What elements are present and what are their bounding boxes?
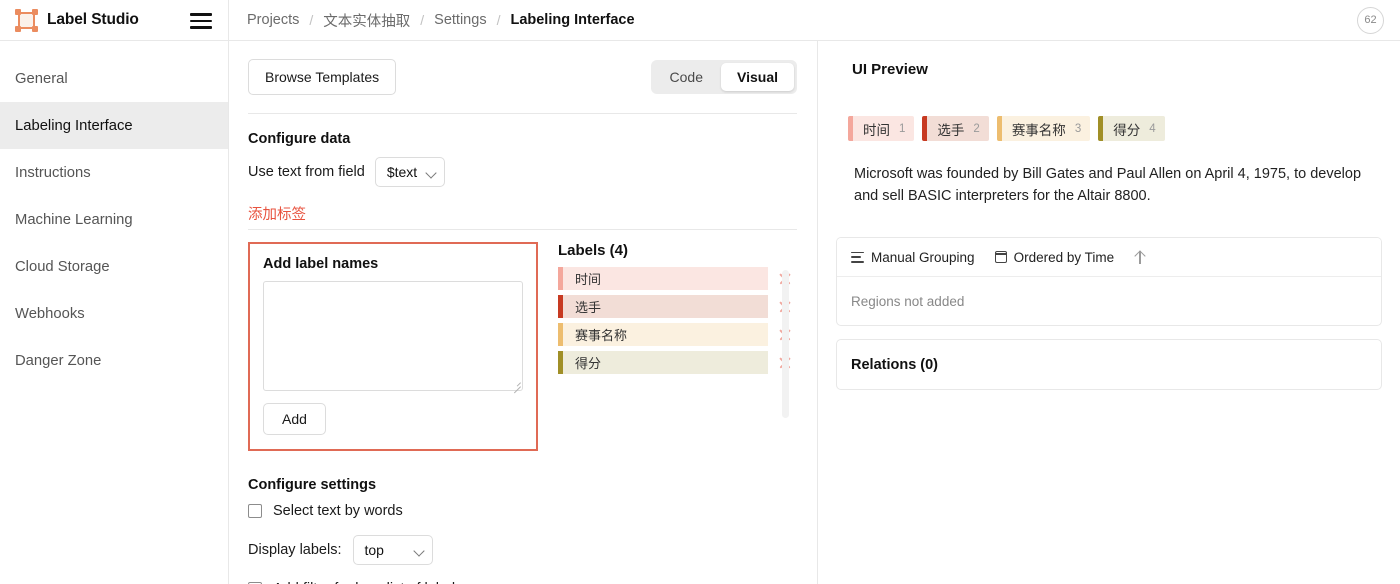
labels-editor: Add label names Add Labels (4) 时间 选手 — [248, 242, 797, 451]
configure-settings-section: Configure settings Select text by words … — [248, 477, 797, 584]
breadcrumb-separator: / — [309, 12, 313, 28]
preview-sample-text[interactable]: Microsoft was founded by Bill Gates and … — [854, 163, 1370, 207]
chevron-down-icon — [427, 168, 436, 177]
preview-chip-defen[interactable]: 得分 4 — [1098, 116, 1164, 141]
preview-chip-label: 得分 — [1113, 119, 1140, 139]
settings-sidebar: General Labeling Interface Instructions … — [0, 41, 229, 584]
sidebar-item-labeling-interface[interactable]: Labeling Interface — [0, 102, 228, 149]
divider — [248, 113, 797, 114]
display-labels-row: Display labels: top — [248, 535, 797, 565]
preview-chip-hotkey: 3 — [1075, 123, 1081, 135]
preview-chip-label: 赛事名称 — [1012, 119, 1066, 139]
regions-panel: Manual Grouping Ordered by Time Regions … — [836, 237, 1382, 326]
list-lines-icon — [851, 252, 864, 263]
list-item: 选手 — [558, 295, 797, 318]
use-text-from-field-row: Use text from field $text — [248, 157, 797, 187]
ui-preview-panel: UI Preview 时间 1 选手 2 赛事名称 3 得分 4 Microso… — [818, 41, 1400, 584]
preview-chip-saishimingcheng[interactable]: 赛事名称 3 — [997, 116, 1090, 141]
brand-name: Label Studio — [47, 11, 139, 29]
sidebar-item-cloud-storage[interactable]: Cloud Storage — [0, 243, 228, 290]
text-field-select[interactable]: $text — [375, 157, 445, 187]
use-text-from-field-label: Use text from field — [248, 164, 365, 180]
config-toolbar: Browse Templates Code Visual — [248, 59, 797, 95]
select-text-by-words-label: Select text by words — [273, 503, 403, 519]
add-button[interactable]: Add — [263, 403, 326, 435]
manual-grouping-label: Manual Grouping — [871, 250, 975, 265]
display-labels-select-value: top — [365, 542, 384, 558]
tab-code[interactable]: Code — [654, 63, 719, 91]
preview-chip-hotkey: 4 — [1149, 123, 1155, 135]
configure-data-title: Configure data — [248, 131, 797, 147]
hamburger-menu-icon[interactable] — [190, 13, 212, 29]
labels-list: Labels (4) 时间 选手 赛事名称 得分 — [538, 242, 797, 451]
relations-panel[interactable]: Relations (0) — [836, 339, 1382, 390]
display-labels-label: Display labels: — [248, 542, 342, 558]
sidebar-item-webhooks[interactable]: Webhooks — [0, 290, 228, 337]
chevron-down-icon — [415, 546, 424, 555]
sidebar-item-danger-zone[interactable]: Danger Zone — [0, 337, 228, 384]
list-item: 得分 — [558, 351, 797, 374]
display-labels-select[interactable]: top — [353, 535, 433, 565]
ordered-by-time-button[interactable]: Ordered by Time — [995, 250, 1115, 265]
breadcrumb: Projects / 文本实体抽取 / Settings / Labeling … — [229, 0, 1357, 41]
sidebar-item-machine-learning[interactable]: Machine Learning — [0, 196, 228, 243]
preview-chip-hotkey: 2 — [973, 123, 979, 135]
breadcrumb-separator: / — [497, 12, 501, 28]
label-chip-xuanshou[interactable]: 选手 — [558, 295, 768, 318]
manual-grouping-button[interactable]: Manual Grouping — [851, 250, 975, 265]
breadcrumb-item-labeling-interface: Labeling Interface — [510, 12, 634, 28]
breadcrumb-item-settings[interactable]: Settings — [434, 12, 486, 28]
labels-list-scrollbar[interactable] — [782, 270, 789, 418]
preview-chip-xuanshou[interactable]: 选手 2 — [922, 116, 988, 141]
text-field-select-value: $text — [387, 164, 417, 180]
tab-visual[interactable]: Visual — [721, 63, 794, 91]
list-item: 赛事名称 — [558, 323, 797, 346]
configure-settings-title: Configure settings — [248, 477, 797, 493]
add-label-names-box: Add label names Add — [248, 242, 538, 451]
preview-chip-shijian[interactable]: 时间 1 — [848, 116, 914, 141]
select-text-by-words-checkbox[interactable] — [248, 504, 262, 518]
add-label-names-title: Add label names — [263, 256, 523, 272]
regions-empty-text: Regions not added — [837, 277, 1381, 325]
label-studio-logo-icon — [16, 10, 37, 31]
preview-chip-label: 选手 — [937, 119, 964, 139]
avatar[interactable]: 62 — [1357, 7, 1384, 34]
list-item: 时间 — [558, 267, 797, 290]
add-label-names-textarea-wrapper — [263, 281, 523, 391]
labeling-config-panel: Browse Templates Code Visual Configure d… — [229, 41, 818, 584]
divider — [248, 229, 797, 230]
browse-templates-button[interactable]: Browse Templates — [248, 59, 396, 95]
preview-chip-label: 时间 — [863, 119, 890, 139]
add-label-names-input[interactable] — [263, 281, 523, 391]
preview-chip-hotkey: 1 — [899, 123, 905, 135]
breadcrumb-item-project[interactable]: 文本实体抽取 — [323, 10, 410, 31]
sidebar-item-instructions[interactable]: Instructions — [0, 149, 228, 196]
arrow-up-icon[interactable] — [1134, 250, 1146, 264]
add-labels-annotation: 添加标签 — [248, 203, 797, 224]
breadcrumb-item-projects[interactable]: Projects — [247, 12, 299, 28]
card-icon — [995, 251, 1007, 263]
select-text-by-words-row: Select text by words — [248, 503, 797, 519]
ordered-by-time-label: Ordered by Time — [1014, 250, 1115, 265]
regions-toolbar: Manual Grouping Ordered by Time — [837, 238, 1381, 277]
preview-label-chips: 时间 1 选手 2 赛事名称 3 得分 4 — [848, 116, 1384, 141]
page-title: UI Preview — [852, 61, 1384, 78]
label-chip-saishimingcheng[interactable]: 赛事名称 — [558, 323, 768, 346]
labels-list-title: Labels (4) — [558, 242, 797, 259]
sidebar-item-general[interactable]: General — [0, 55, 228, 102]
label-chip-defen[interactable]: 得分 — [558, 351, 768, 374]
breadcrumb-separator: / — [420, 12, 424, 28]
editor-mode-toggle: Code Visual — [651, 60, 797, 94]
label-chip-shijian[interactable]: 时间 — [558, 267, 768, 290]
